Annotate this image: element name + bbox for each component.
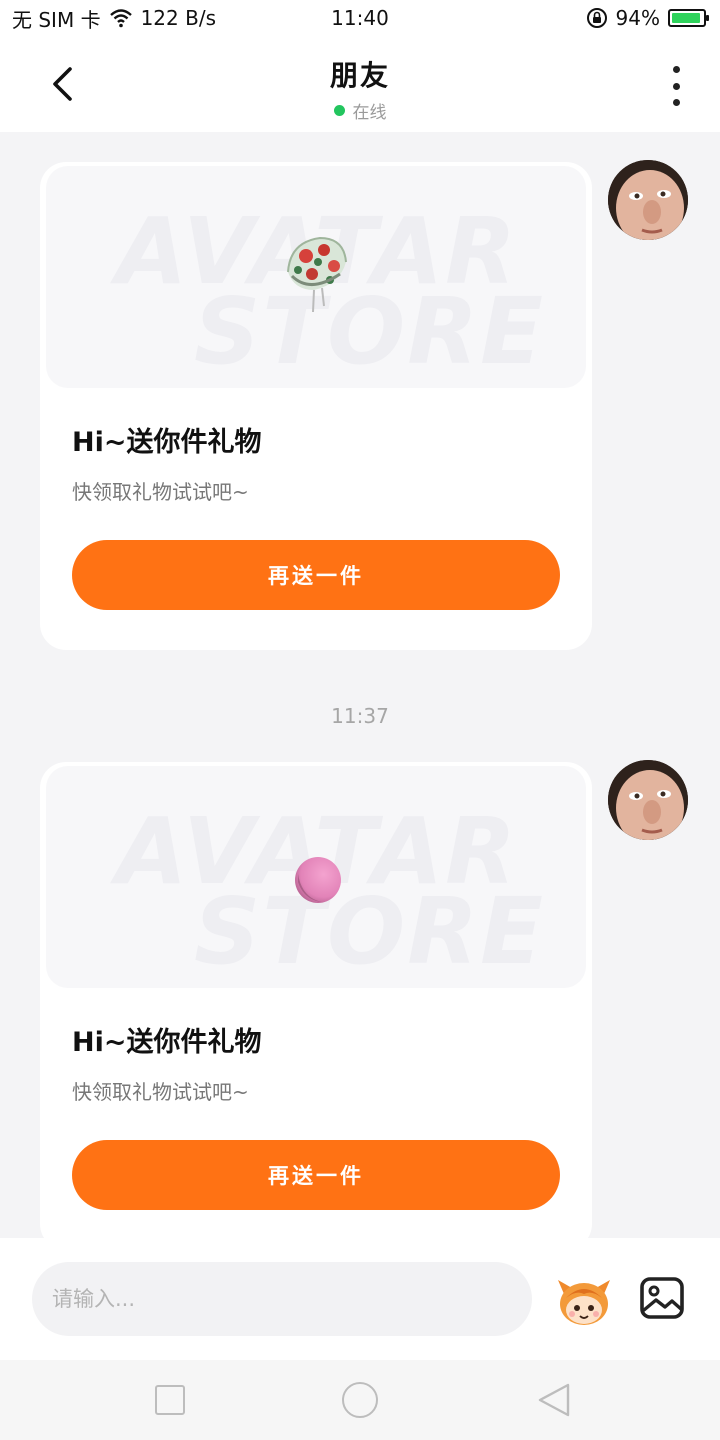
gift-subtitle: 快领取礼物试试吧~ xyxy=(72,1080,249,1104)
image-icon xyxy=(640,1277,684,1319)
home-button[interactable] xyxy=(342,1382,378,1418)
store-watermark: STORE xyxy=(194,878,545,985)
system-nav-bar xyxy=(0,1360,720,1440)
input-bar xyxy=(0,1238,720,1360)
triangle-back-icon xyxy=(538,1383,570,1417)
network-speed: 122 B/s xyxy=(140,6,216,30)
gift-title: Hi~送你件礼物 xyxy=(72,1027,262,1058)
mascot-emoji-icon xyxy=(558,1280,610,1325)
status-bar: 无 SIM 卡 122 B/s 11:40 94% xyxy=(0,0,720,36)
chat-header: 朋友 在线 xyxy=(0,36,720,132)
gift-image[interactable]: AVATAR STORE xyxy=(46,766,586,988)
image-picker-button[interactable] xyxy=(638,1274,686,1322)
battery-icon xyxy=(668,9,709,27)
avatar[interactable] xyxy=(608,160,688,240)
battery-level xyxy=(672,13,701,23)
status-right: 94% xyxy=(586,6,709,30)
page-title: 朋友 xyxy=(329,59,390,92)
more-dot xyxy=(672,99,680,106)
clock: 11:40 xyxy=(331,6,389,30)
system-back-button[interactable] xyxy=(536,1382,572,1418)
message-timestamp: 11:37 xyxy=(331,704,389,728)
send-another-button[interactable]: 再送一件 xyxy=(72,540,560,610)
wifi-icon xyxy=(109,9,132,28)
title-block: 朋友 在线 xyxy=(0,54,720,123)
battery-percent: 94% xyxy=(615,6,660,30)
ball-icon xyxy=(295,857,341,903)
gift-image[interactable]: AVATAR STORE xyxy=(46,166,586,388)
online-status-label: 在线 xyxy=(352,103,387,123)
avatar-face xyxy=(608,160,688,240)
emoji-button[interactable] xyxy=(554,1272,614,1328)
gift-subtitle: 快领取礼物试试吧~ xyxy=(72,480,249,504)
more-dot xyxy=(672,66,680,73)
gift-message-card: AVATAR STORE Hi~送你件礼物 快领取礼物试试吧~ 再送一件 xyxy=(40,162,592,650)
send-another-button[interactable]: 再送一件 xyxy=(72,1140,560,1210)
message-input[interactable] xyxy=(32,1262,532,1336)
avatar-face xyxy=(608,760,688,840)
gift-title: Hi~送你件礼物 xyxy=(72,427,262,458)
more-dot xyxy=(672,82,680,90)
rotation-lock-icon xyxy=(586,8,607,28)
more-options-button[interactable] xyxy=(666,66,686,106)
avatar[interactable] xyxy=(608,760,688,840)
cap-icon xyxy=(287,236,347,313)
store-watermark: STORE xyxy=(194,278,545,385)
status-left: 无 SIM 卡 122 B/s xyxy=(12,4,216,33)
recent-apps-button[interactable] xyxy=(155,1385,185,1415)
gift-message-card: AVATAR STORE Hi~送你件礼物 快领取礼物试试吧~ 再送一件 xyxy=(40,762,592,1238)
chat-area[interactable]: AVATAR STORE Hi~送你件礼物 快领取礼物试试吧~ 再送一件 xyxy=(0,132,720,1238)
online-status: 在线 xyxy=(0,98,720,123)
carrier-label: 无 SIM 卡 xyxy=(12,7,101,32)
online-dot xyxy=(333,105,345,116)
